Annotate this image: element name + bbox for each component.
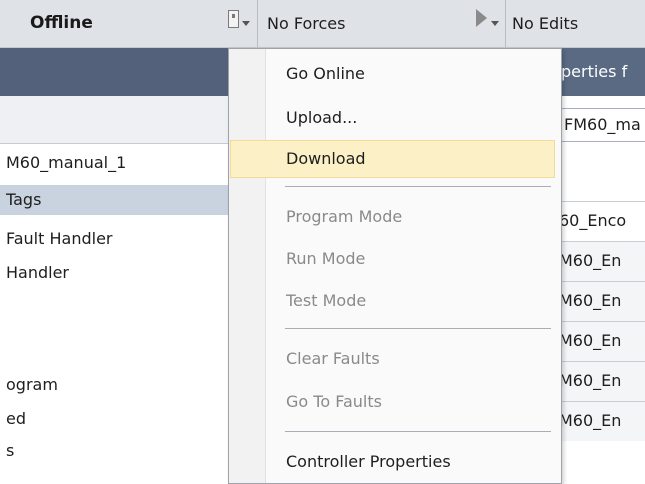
menu-item-go-to-faults: Go To Faults xyxy=(286,392,382,411)
properties-grid-cell: M60_En xyxy=(559,331,622,350)
tree-item[interactable]: M60_manual_1 xyxy=(0,148,232,178)
properties-grid-row[interactable]: 60_Enco xyxy=(555,201,645,241)
tree-item[interactable] xyxy=(0,292,232,322)
menu-item-upload[interactable]: Upload... xyxy=(230,99,555,137)
properties-selector-field[interactable]: FM60_ma xyxy=(555,108,645,142)
controller-mode-status[interactable]: Offline xyxy=(0,0,258,47)
controller-organizer-tree: M60_manual_1 Tags Fault Handler Handler … xyxy=(0,144,232,483)
organizer-filter-field[interactable] xyxy=(0,96,232,143)
menu-item-clear-faults: Clear Faults xyxy=(286,349,380,368)
properties-grid-row[interactable]: M60_En xyxy=(555,321,645,361)
forces-play-icon[interactable] xyxy=(476,9,487,27)
menu-item-go-online[interactable]: Go Online xyxy=(230,55,555,93)
properties-grid-cell: M60_En xyxy=(559,291,622,310)
controller-mode-label: Offline xyxy=(30,13,93,33)
controller-status-icon[interactable] xyxy=(228,10,239,28)
properties-grid-row[interactable]: M60_En xyxy=(555,361,645,401)
properties-grid-row[interactable]: M60_En xyxy=(555,241,645,281)
properties-pane-header: perties f xyxy=(555,48,645,96)
tree-item[interactable]: Handler xyxy=(0,258,232,288)
properties-grid-row[interactable]: M60_En xyxy=(555,401,645,441)
edits-status[interactable]: No Edits xyxy=(506,0,645,47)
organizer-pane-header xyxy=(0,48,232,96)
menu-item-download[interactable]: Download xyxy=(230,140,555,178)
properties-grid-cell: M60_En xyxy=(559,251,622,270)
tree-item[interactable]: s xyxy=(0,436,232,466)
controller-context-menu: Go Online Upload... Download Program Mod… xyxy=(228,48,562,484)
edits-status-label: No Edits xyxy=(512,14,579,33)
controller-status-bar: Offline No Forces No Edits xyxy=(0,0,645,48)
forces-status-label: No Forces xyxy=(267,14,346,33)
properties-grid-cell: M60_En xyxy=(559,371,622,390)
organizer-pane-toolbar xyxy=(0,96,232,144)
menu-separator xyxy=(285,186,551,187)
tree-item-selected[interactable]: Tags xyxy=(0,185,232,215)
chevron-down-icon[interactable] xyxy=(491,21,499,26)
menu-item-program-mode: Program Mode xyxy=(286,207,403,226)
menu-item-controller-properties[interactable]: Controller Properties xyxy=(230,443,555,481)
menu-separator xyxy=(285,431,551,432)
properties-selector-value: FM60_ma xyxy=(564,115,641,134)
menu-item-test-mode: Test Mode xyxy=(286,291,367,310)
chevron-down-icon[interactable] xyxy=(242,21,250,26)
forces-status[interactable]: No Forces xyxy=(258,0,506,47)
properties-grid-row[interactable]: M60_En xyxy=(555,281,645,321)
tree-item[interactable]: ed xyxy=(0,404,232,434)
properties-pane-title: perties f xyxy=(561,62,628,81)
tree-item[interactable]: ogram xyxy=(0,370,232,400)
tree-item[interactable]: Fault Handler xyxy=(0,224,232,254)
menu-item-run-mode: Run Mode xyxy=(286,249,366,268)
properties-grid-cell: 60_Enco xyxy=(559,211,627,230)
menu-separator xyxy=(285,328,551,329)
tree-item[interactable] xyxy=(0,328,232,358)
properties-grid-cell: M60_En xyxy=(559,411,622,430)
